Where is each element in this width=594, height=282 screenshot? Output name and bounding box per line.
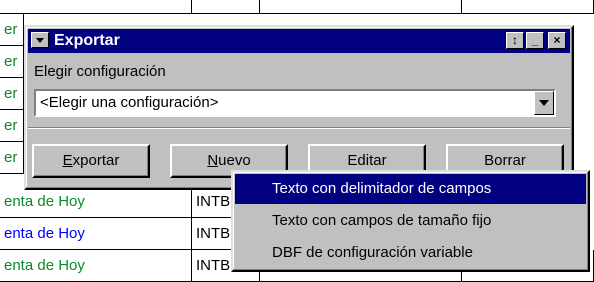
dropdown-button[interactable] — [534, 91, 554, 115]
menu-arrow-icon — [36, 37, 44, 43]
grid-cell: er — [0, 110, 24, 142]
grid-cell: er — [0, 46, 24, 78]
minimize-button[interactable]: _ — [526, 32, 544, 49]
divider — [28, 127, 570, 129]
exportar-button[interactable]: Exportar — [32, 144, 150, 178]
grid-cell: er — [0, 14, 24, 46]
title-bar[interactable]: Exportar ↕ _ × — [28, 29, 570, 53]
grid-cell: er — [0, 142, 24, 174]
menu-item-dbf-variable[interactable]: DBF de configuración variable — [235, 238, 586, 268]
grid-cell — [0, 0, 192, 14]
chevron-down-icon — [539, 100, 549, 106]
config-combobox[interactable]: <Elegir una configuración> — [34, 89, 556, 117]
dialog-title: Exportar — [54, 32, 120, 49]
system-menu-button[interactable] — [31, 32, 49, 48]
grid-cell: er — [0, 78, 24, 110]
new-format-menu: Texto con delimitador de campos Texto co… — [231, 170, 590, 272]
close-button[interactable]: × — [548, 32, 566, 49]
export-dialog: Exportar ↕ _ × Elegir configuración <Ele… — [24, 25, 574, 190]
grid-cell — [260, 0, 462, 14]
accelerator-key: E — [62, 152, 73, 169]
table-cell-description: enta de Hoy — [0, 218, 192, 250]
config-label: Elegir configuración — [34, 63, 166, 80]
grid-cell — [192, 0, 260, 14]
grid-cell — [462, 0, 594, 14]
accelerator-key: N — [207, 152, 219, 169]
menu-item-fixed-width-text[interactable]: Texto con campos de tamaño fijo — [235, 206, 586, 236]
table-cell-description: enta de Hoy — [0, 250, 192, 282]
table-cell-description: enta de Hoy — [0, 186, 192, 218]
resize-button[interactable]: ↕ — [506, 32, 524, 49]
combo-value: <Elegir una configuración> — [40, 94, 219, 111]
menu-item-delimited-text[interactable]: Texto con delimitador de campos — [235, 174, 586, 204]
